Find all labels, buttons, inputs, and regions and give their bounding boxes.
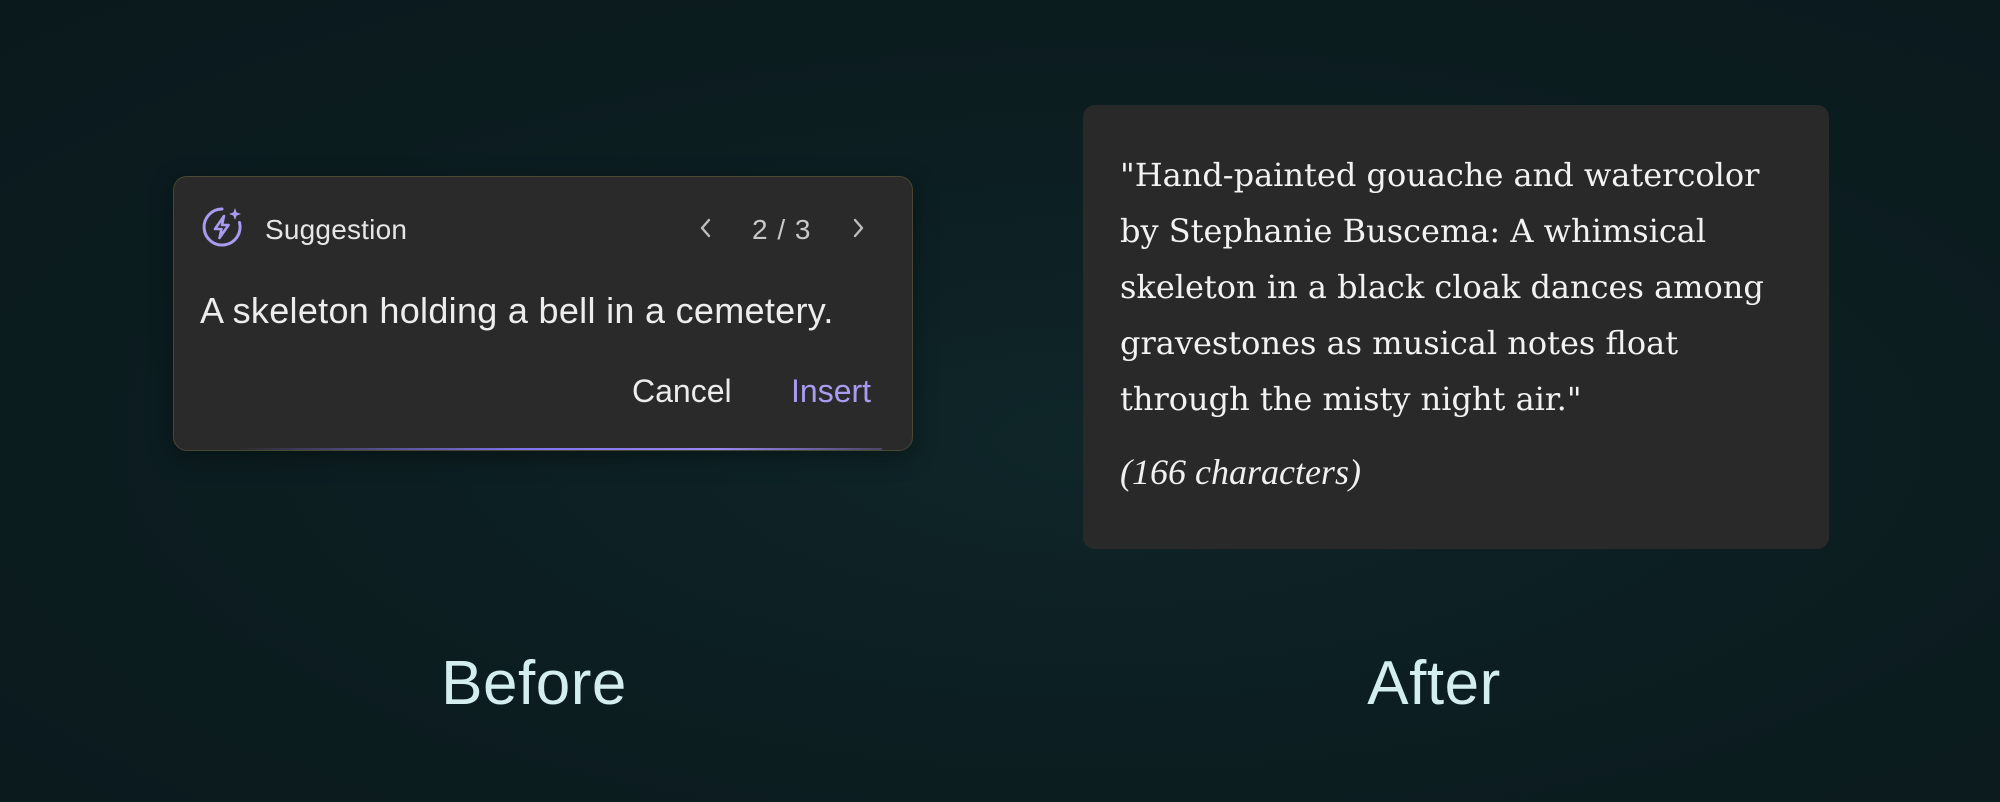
insert-button[interactable]: Insert bbox=[791, 373, 871, 410]
suggestion-text: A skeleton holding a bell in a cemetery. bbox=[200, 290, 834, 331]
suggestion-popup: Suggestion 2 / 3 A skeleton holding a be… bbox=[173, 176, 913, 451]
result-card: "Hand-painted gouache and watercolor by … bbox=[1083, 105, 1829, 549]
before-caption: Before bbox=[441, 649, 627, 718]
suggestion-title: Suggestion bbox=[265, 214, 408, 245]
page-indicator: 2 / 3 bbox=[752, 214, 812, 245]
chevron-left-icon[interactable] bbox=[694, 214, 718, 242]
suggestion-header: Suggestion 2 / 3 bbox=[174, 205, 912, 251]
cancel-button[interactable]: Cancel bbox=[632, 373, 732, 410]
chevron-right-icon[interactable] bbox=[846, 214, 870, 242]
lightning-bolt-circle-icon bbox=[200, 205, 244, 249]
after-caption: After bbox=[1367, 649, 1501, 718]
result-text: "Hand-painted gouache and watercolor by … bbox=[1120, 156, 1764, 418]
character-count: (166 characters) bbox=[1120, 452, 1361, 492]
